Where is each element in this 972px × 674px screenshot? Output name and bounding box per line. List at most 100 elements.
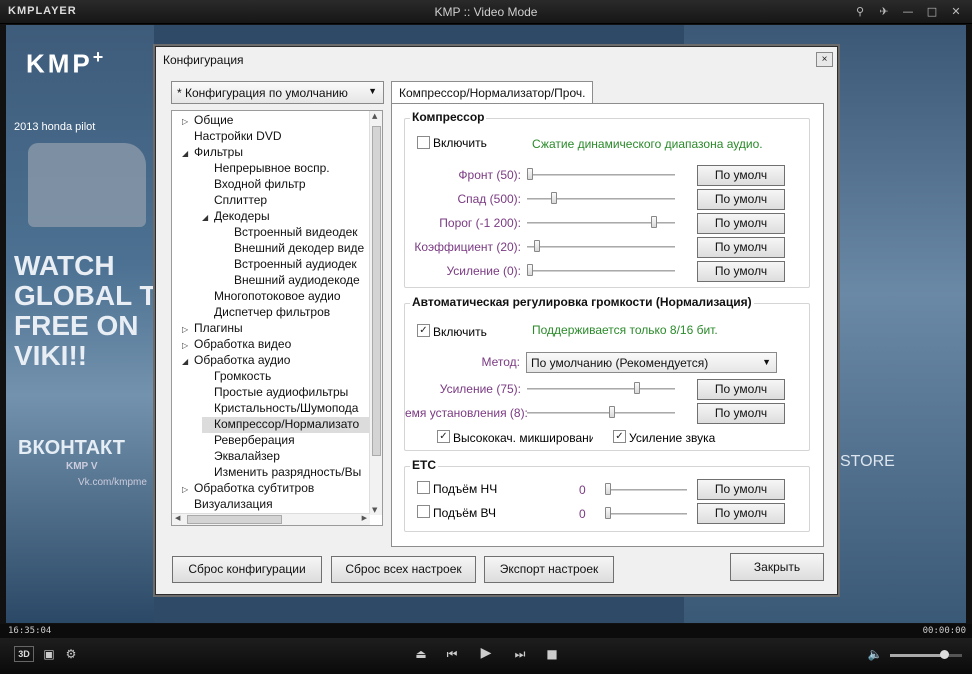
param-slider[interactable] xyxy=(527,406,675,420)
tree-item[interactable]: Громкость xyxy=(202,369,382,385)
tree-item-label: Визуализация xyxy=(194,497,273,511)
param-slider[interactable] xyxy=(527,264,675,278)
capture-icon[interactable]: ▣ xyxy=(40,647,58,661)
pin-icon[interactable]: ✈ xyxy=(874,3,894,20)
tree-item[interactable]: Визуализация xyxy=(182,497,382,513)
play-icon[interactable]: ▶ xyxy=(477,645,495,661)
compressor-enable-checkbox[interactable] xyxy=(417,136,430,149)
tree-item[interactable]: Настройки DVD xyxy=(182,129,382,145)
tree-vscroll-thumb[interactable] xyxy=(372,126,381,456)
tree-item[interactable]: Входной фильтр xyxy=(202,177,382,193)
tree-item[interactable]: ◢ Обработка аудио xyxy=(182,353,382,369)
next-icon[interactable]: ⏭ xyxy=(511,647,529,662)
param-slider[interactable] xyxy=(527,240,675,254)
tree-item[interactable]: Кристальность/Шумопода xyxy=(202,401,382,417)
tree-item[interactable]: ▷ Плагины xyxy=(182,321,382,337)
eject-icon[interactable]: ⏏ xyxy=(412,647,430,661)
dialog-close-button[interactable]: × xyxy=(816,52,833,67)
compressor-enable-label: Включить xyxy=(433,136,487,150)
player-titlebar: KMPLAYER KMP :: Video Mode ⚲ ✈ — □ ✕ xyxy=(0,0,972,24)
stop-icon[interactable]: ■ xyxy=(543,647,561,661)
tree-item[interactable]: Реверберация xyxy=(202,433,382,449)
slider-thumb[interactable] xyxy=(534,240,540,252)
tree-item[interactable]: ▷ Обработка видео xyxy=(182,337,382,353)
profile-select[interactable]: * Конфигурация по умолчанию ▼ xyxy=(171,81,384,104)
default-button[interactable]: По умолч xyxy=(697,237,785,258)
expander-icon[interactable]: ◢ xyxy=(182,149,194,158)
tree-vertical-scrollbar[interactable]: ▲ ▼ xyxy=(369,111,382,515)
tree-item-label: Простые аудиофильтры xyxy=(214,385,349,399)
normalization-enable-checkbox[interactable]: ✓ xyxy=(417,324,430,337)
expander-icon[interactable]: ◢ xyxy=(182,357,194,366)
maximize-icon[interactable]: □ xyxy=(922,3,942,20)
prev-icon[interactable]: ⏮ xyxy=(443,647,461,662)
tree-item[interactable]: Сплиттер xyxy=(202,193,382,209)
param-label: Порог (-1 200): xyxy=(439,216,521,230)
tree-item[interactable]: Эквалайзер xyxy=(202,449,382,465)
export-settings-button[interactable]: Экспорт настроек xyxy=(484,556,614,583)
tree-item[interactable]: Компрессор/Нормализато xyxy=(202,417,382,433)
volume-slider[interactable] xyxy=(890,650,962,659)
tree-item[interactable]: Встроенный аудиодек xyxy=(222,257,382,273)
default-button[interactable]: По умолч xyxy=(697,165,785,186)
dialog-title: Конфигурация xyxy=(163,53,244,67)
tree-horizontal-scrollbar[interactable]: ◀ ▶ xyxy=(172,513,370,525)
tree-item[interactable]: ▷ Обработка субтитров xyxy=(182,481,382,497)
tree-item[interactable]: Непрерывное воспр. xyxy=(202,161,382,177)
tree-item[interactable]: Простые аудиофильтры xyxy=(202,385,382,401)
param-slider[interactable] xyxy=(527,382,675,396)
tree-item[interactable]: Встроенный видеодек xyxy=(222,225,382,241)
expander-icon[interactable]: ◢ xyxy=(202,213,214,222)
default-button[interactable]: По умолч xyxy=(697,213,785,234)
gear-icon[interactable]: ⚙ xyxy=(62,647,80,661)
param-slider[interactable] xyxy=(527,216,675,230)
close-button[interactable]: Закрыть xyxy=(730,553,824,581)
default-button[interactable]: По умолч xyxy=(697,379,785,400)
tree-item[interactable]: Внешний декодер виде xyxy=(222,241,382,257)
tab-compressor[interactable]: Компрессор/Нормализатор/Проч. xyxy=(391,81,594,104)
reset-config-button[interactable]: Сброс конфигурации xyxy=(172,556,322,583)
treble-default-button[interactable]: По умолч xyxy=(697,503,785,524)
treble-slider[interactable] xyxy=(605,507,687,521)
bass-default-button[interactable]: По умолч xyxy=(697,479,785,500)
tree-item[interactable]: ◢ Фильтры xyxy=(182,145,382,161)
tree-item[interactable]: ▷ Общие xyxy=(182,113,382,129)
search-icon[interactable]: ⚲ xyxy=(850,3,870,20)
default-button[interactable]: По умолч xyxy=(697,189,785,210)
slider-thumb[interactable] xyxy=(527,168,533,180)
boost-checkbox[interactable]: ✓ xyxy=(613,430,626,443)
tree-item[interactable]: Внешний аудиодекоде xyxy=(222,273,382,289)
expander-icon[interactable]: ▷ xyxy=(182,341,194,350)
3d-button[interactable]: 3D xyxy=(14,646,34,662)
reset-all-button[interactable]: Сброс всех настроек xyxy=(331,556,476,583)
hq-mix-checkbox[interactable]: ✓ xyxy=(437,430,450,443)
default-button[interactable]: По умолч xyxy=(697,261,785,282)
treble-checkbox[interactable] xyxy=(417,505,430,518)
slider-thumb[interactable] xyxy=(609,406,615,418)
method-select[interactable]: По умолчанию (Рекомендуется) ▼ xyxy=(526,352,777,373)
param-slider[interactable] xyxy=(527,192,675,206)
tree-item[interactable]: ◢ Декодеры xyxy=(202,209,382,225)
tree-item-label: Диспетчер фильтров xyxy=(214,305,331,319)
close-icon[interactable]: ✕ xyxy=(946,3,966,20)
tree-hscroll-thumb[interactable] xyxy=(187,515,282,524)
tree-item-label: Внешний декодер виде xyxy=(234,241,365,255)
method-label: Метод: xyxy=(481,355,520,369)
volume-icon[interactable]: 🔈 xyxy=(866,647,884,661)
expander-icon[interactable]: ▷ xyxy=(182,485,194,494)
tree-item[interactable]: Диспетчер фильтров xyxy=(202,305,382,321)
expander-icon[interactable]: ▷ xyxy=(182,117,194,126)
slider-thumb[interactable] xyxy=(551,192,557,204)
minimize-icon[interactable]: — xyxy=(898,3,918,20)
expander-icon[interactable]: ▷ xyxy=(182,325,194,334)
param-slider[interactable] xyxy=(527,168,675,182)
volume-knob[interactable] xyxy=(940,650,949,659)
default-button[interactable]: По умолч xyxy=(697,403,785,424)
tree-item[interactable]: Изменить разрядность/Вы xyxy=(202,465,382,481)
slider-thumb[interactable] xyxy=(651,216,657,228)
slider-thumb[interactable] xyxy=(634,382,640,394)
bass-slider[interactable] xyxy=(605,483,687,497)
bass-checkbox[interactable] xyxy=(417,481,430,494)
slider-thumb[interactable] xyxy=(527,264,533,276)
tree-item[interactable]: Многопотоковое аудио xyxy=(202,289,382,305)
